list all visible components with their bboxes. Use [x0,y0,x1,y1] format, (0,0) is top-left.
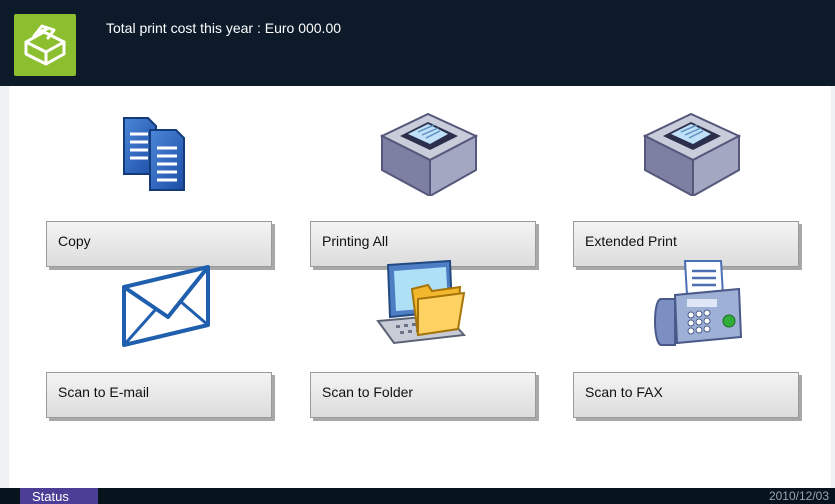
scan-to-fax-tile: Scan to FAX [573,259,805,418]
extended-print-tile: Extended Print [573,108,805,267]
status-bar: Status 2010/12/03 [0,488,835,504]
logo-icon[interactable] [14,14,76,76]
print-cost-text: Total print cost this year : Euro 000.00 [106,20,342,36]
folder-computer-icon [368,259,488,347]
scan-to-email-tile: Scan to E-mail [46,259,278,418]
scan-to-folder-tile: Scan to Folder [310,259,542,418]
printing-all-tile: Printing All [310,108,542,267]
function-panel: Copy Printing All Extended Print Scan to… [9,86,831,488]
date-display: 2010/12/03 [768,489,829,503]
scan-to-email-button[interactable]: Scan to E-mail [46,372,272,418]
copy-tile: Copy [46,108,278,267]
copy-icon [104,108,224,196]
scan-to-folder-button[interactable]: Scan to Folder [310,372,536,418]
fax-icon [631,259,751,347]
scan-to-fax-button[interactable]: Scan to FAX [573,372,799,418]
envelope-icon [104,259,224,347]
printer-icon [368,108,488,198]
printer-icon [631,108,751,198]
status-button[interactable]: Status [20,488,98,504]
header-bar: Total print cost this year : Euro 000.00 [0,0,835,86]
